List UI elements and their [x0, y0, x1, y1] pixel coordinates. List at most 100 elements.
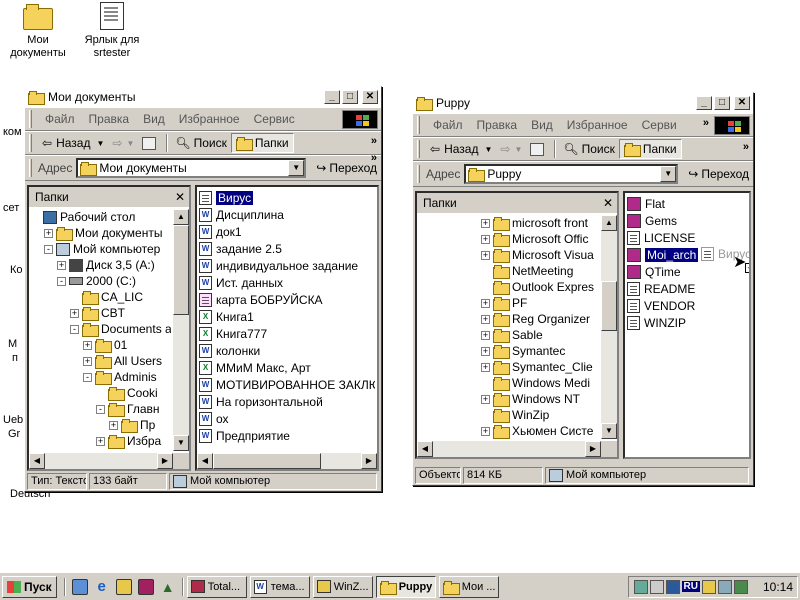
- tree-item[interactable]: - Adminis: [31, 369, 171, 385]
- menu-file[interactable]: Файл: [38, 112, 82, 126]
- expand-toggle-icon[interactable]: -: [57, 276, 66, 286]
- expand-toggle-icon[interactable]: -: [96, 404, 105, 414]
- network-icon[interactable]: [633, 579, 648, 594]
- tree-item[interactable]: + Reg Organizer: [419, 311, 599, 327]
- language-indicator[interactable]: RU: [681, 581, 700, 592]
- tree-item[interactable]: Windows Medi: [419, 375, 599, 391]
- menu-tools[interactable]: Сервис: [247, 112, 302, 126]
- file-item[interactable]: W Дисциплина: [199, 206, 375, 223]
- forward-button[interactable]: ⇨ ▼: [108, 133, 138, 153]
- task-word-doc[interactable]: Wтема...: [249, 575, 310, 598]
- forward-button[interactable]: ⇨ ▼: [496, 139, 526, 159]
- address-dropdown-button[interactable]: ▼: [288, 160, 305, 176]
- tree-item[interactable]: + All Users: [31, 353, 171, 369]
- file-item[interactable]: Wколонки: [199, 342, 375, 359]
- task-puppy[interactable]: Puppy: [375, 575, 436, 598]
- back-button[interactable]: ⇦ Назад ▼: [426, 139, 496, 159]
- display-icon[interactable]: [701, 579, 716, 594]
- tree-item[interactable]: + Избра: [31, 433, 171, 449]
- tree-item[interactable]: + CBT: [31, 305, 171, 321]
- title-bar[interactable]: Puppy _ □ ✕: [413, 93, 753, 113]
- show-desktop-icon[interactable]: [71, 578, 88, 595]
- back-button[interactable]: ⇦ Назад ▼: [38, 133, 108, 153]
- scroll-down-button[interactable]: ▼: [601, 423, 617, 439]
- tree-item[interactable]: CA_LIC: [31, 289, 171, 305]
- scroll-up-button[interactable]: ▲: [601, 215, 617, 231]
- volume-icon[interactable]: [649, 579, 664, 594]
- menu-favorites[interactable]: Избранное: [560, 118, 635, 132]
- task-total-commander[interactable]: Total...: [186, 575, 247, 598]
- expand-toggle-icon[interactable]: +: [481, 394, 490, 404]
- up-folder-button[interactable]: [526, 139, 551, 159]
- close-button[interactable]: ✕: [734, 96, 750, 110]
- search-button[interactable]: 🔍︎ Поиск: [559, 139, 619, 159]
- scroll-thumb[interactable]: [213, 453, 321, 469]
- tree-item[interactable]: - Мой компьютер: [31, 241, 171, 257]
- tree-item[interactable]: WinZip: [419, 407, 599, 423]
- file-item[interactable]: X Книга1: [199, 308, 375, 325]
- tree-item[interactable]: + Пр: [31, 417, 171, 433]
- task-my-documents[interactable]: Мои ...: [438, 575, 499, 598]
- file-item[interactable]: W Предприятие: [199, 427, 375, 444]
- tree-item[interactable]: + Symantec: [419, 343, 599, 359]
- close-pane-icon[interactable]: ✕: [175, 190, 185, 204]
- menu-file[interactable]: Файл: [426, 118, 470, 132]
- scroll-right-button[interactable]: ▶: [157, 453, 173, 469]
- expand-toggle-icon[interactable]: +: [109, 420, 118, 430]
- expand-toggle-icon[interactable]: +: [44, 228, 53, 238]
- scroll-right-button[interactable]: ▶: [361, 453, 377, 469]
- scroll-down-button[interactable]: ▼: [173, 435, 189, 451]
- go-button[interactable]: ↪ Переход: [684, 164, 753, 184]
- expand-toggle-icon[interactable]: +: [70, 308, 79, 318]
- file-item[interactable]: WINZIP: [627, 314, 747, 331]
- antivirus-icon[interactable]: [665, 579, 680, 594]
- file-item[interactable]: карта БОБРУЙСКА: [199, 291, 375, 308]
- horizontal-scrollbar[interactable]: ◀ ▶: [197, 453, 377, 469]
- up-folder-button[interactable]: [138, 133, 163, 153]
- file-item[interactable]: Wзадание 2.5: [199, 240, 375, 257]
- toolbar-chevron-icon[interactable]: »: [743, 141, 749, 153]
- menu-edit[interactable]: Правка: [470, 118, 525, 132]
- expand-toggle-icon[interactable]: -: [83, 372, 92, 382]
- file-item[interactable]: W Ист. данных: [199, 274, 375, 291]
- file-item[interactable]: VENDOR: [627, 297, 747, 314]
- menu-chevron-icon[interactable]: »: [703, 117, 709, 129]
- tree-item[interactable]: + Microsoft Offic: [419, 231, 599, 247]
- menu-view[interactable]: Вид: [136, 112, 172, 126]
- minimize-button[interactable]: _: [324, 90, 340, 104]
- internet-explorer-icon[interactable]: e: [94, 578, 110, 595]
- close-button[interactable]: ✕: [362, 90, 378, 104]
- address-input[interactable]: Puppy ▼: [464, 164, 679, 184]
- tree-item[interactable]: + Microsoft Visua: [419, 247, 599, 263]
- expand-toggle-icon[interactable]: -: [44, 244, 53, 254]
- tray-app-icon[interactable]: [733, 579, 748, 594]
- tree-item[interactable]: Cooki: [31, 385, 171, 401]
- expand-toggle-icon[interactable]: +: [96, 436, 105, 446]
- vertical-scrollbar[interactable]: ▲ ▼: [601, 215, 617, 439]
- title-bar[interactable]: Мои документы _ □ ✕: [25, 87, 381, 107]
- horizontal-scrollbar[interactable]: ◀ ▶: [417, 441, 617, 457]
- desktop-icon-srtester[interactable]: Ярлык для srtester: [72, 2, 152, 60]
- expand-toggle-icon[interactable]: +: [57, 260, 66, 270]
- tree-item[interactable]: + Хьюмен Систе: [419, 423, 599, 439]
- address-chevron-icon[interactable]: »: [371, 152, 377, 164]
- maximize-button[interactable]: □: [714, 96, 730, 110]
- expand-toggle-icon[interactable]: +: [481, 346, 490, 356]
- tree-item[interactable]: +01: [31, 337, 171, 353]
- tree-item[interactable]: + Мои документы: [31, 225, 171, 241]
- tree-item[interactable]: - Главн: [31, 401, 171, 417]
- tree-item[interactable]: NetMeeting: [419, 263, 599, 279]
- scroll-thumb[interactable]: [173, 225, 189, 315]
- file-item[interactable]: X Книга777: [199, 325, 375, 342]
- close-pane-icon[interactable]: ✕: [603, 196, 613, 210]
- address-dropdown-button[interactable]: ▼: [660, 166, 677, 182]
- start-button[interactable]: Пуск: [2, 575, 57, 598]
- expand-toggle-icon[interactable]: +: [481, 250, 490, 260]
- expand-toggle-icon[interactable]: +: [481, 298, 490, 308]
- expand-toggle-icon[interactable]: +: [481, 330, 490, 340]
- scroll-thumb[interactable]: [601, 281, 617, 331]
- tree-item[interactable]: Outlook Expres: [419, 279, 599, 295]
- file-item[interactable]: Wдок1: [199, 223, 375, 240]
- file-item[interactable]: X ММиМ Макс, Арт: [199, 359, 375, 376]
- tree-item[interactable]: Рабочий стол: [31, 209, 171, 225]
